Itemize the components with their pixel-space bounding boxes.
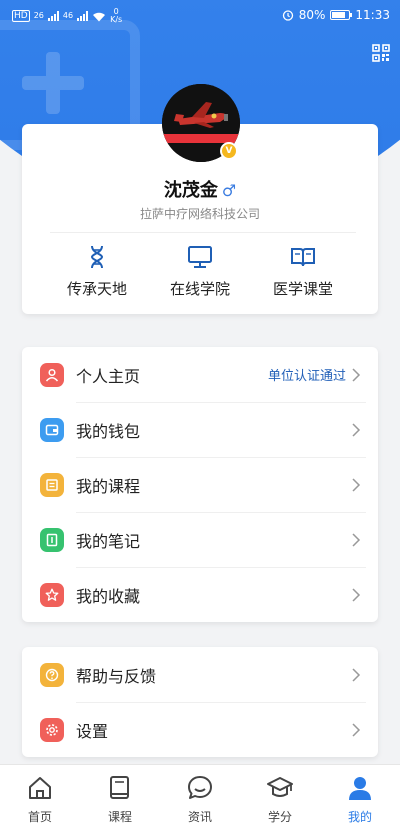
alarm-icon bbox=[282, 10, 293, 21]
medical-cross-watermark bbox=[22, 52, 84, 114]
secondary-menu-card: 帮助与反馈 设置 bbox=[22, 647, 378, 757]
menu-item-favorites[interactable]: 我的收藏 bbox=[22, 567, 378, 622]
book-icon bbox=[291, 248, 315, 267]
hd-badge: HD bbox=[12, 10, 30, 22]
net-speed-unit: K/s bbox=[110, 15, 123, 24]
main-menu-card: 个人主页 单位认证通过 我的钱包 我的课程 我的笔记 我的收藏 bbox=[22, 347, 378, 622]
tab-home[interactable]: 首页 bbox=[0, 765, 80, 831]
quick-link-label: 在线学院 bbox=[169, 280, 230, 298]
home-icon bbox=[29, 777, 51, 799]
quick-link-label: 医学课堂 bbox=[272, 280, 333, 298]
menu-item-label: 我的钱包 bbox=[76, 421, 141, 441]
menu-item-label: 我的收藏 bbox=[76, 586, 141, 606]
menu-item-my-notes[interactable]: 我的笔记 bbox=[22, 512, 378, 567]
chevron-right-icon bbox=[352, 367, 361, 382]
tab-credits[interactable]: 学分 bbox=[240, 765, 320, 831]
menu-item-settings[interactable]: 设置 bbox=[22, 702, 378, 757]
menu-item-wallet[interactable]: 我的钱包 bbox=[22, 402, 378, 457]
monitor-icon bbox=[188, 246, 212, 268]
chat-icon bbox=[188, 776, 212, 799]
user-icon bbox=[349, 777, 371, 800]
tab-label: 课程 bbox=[107, 810, 132, 824]
network-type-1: 26 bbox=[33, 11, 44, 20]
status-bar-left: HD 26 46 0 K/s bbox=[12, 8, 122, 24]
menu-item-label: 帮助与反馈 bbox=[76, 666, 157, 686]
wallet-icon bbox=[40, 417, 64, 442]
quick-link-online-academy[interactable]: 在线学院 bbox=[145, 244, 255, 299]
menu-item-my-courses[interactable]: 我的课程 bbox=[22, 457, 378, 512]
graduation-cap-icon bbox=[267, 777, 293, 797]
bottom-tab-bar: 首页 课程 资讯 学分 我的 bbox=[0, 764, 400, 831]
chevron-right-icon bbox=[352, 587, 361, 602]
card-divider bbox=[50, 232, 356, 233]
quick-link-label: 传承天地 bbox=[66, 280, 127, 298]
star-icon bbox=[40, 582, 64, 607]
settings-icon bbox=[40, 717, 64, 742]
status-bar-right: 80% 11:33 bbox=[282, 8, 390, 22]
help-icon bbox=[40, 662, 64, 687]
menu-item-personal-homepage[interactable]: 个人主页 单位认证通过 bbox=[22, 347, 378, 402]
tab-news[interactable]: 资讯 bbox=[160, 765, 240, 831]
male-icon: ♂ bbox=[221, 181, 237, 200]
user-name-row: 沈茂金 ♂ bbox=[0, 176, 400, 202]
user-name[interactable]: 沈茂金 bbox=[164, 180, 218, 201]
battery-percent: 80% bbox=[298, 8, 326, 22]
menu-item-label: 个人主页 bbox=[76, 366, 141, 386]
signal-2-icon bbox=[77, 11, 89, 21]
note-icon bbox=[40, 527, 64, 552]
user-company: 拉萨中疗网络科技公司 bbox=[139, 207, 260, 221]
net-speed: 0 K/s bbox=[110, 8, 122, 24]
chevron-right-icon bbox=[352, 422, 361, 437]
clock: 11:33 bbox=[355, 8, 390, 22]
quick-link-medical-class[interactable]: 医学课堂 bbox=[248, 244, 358, 299]
chevron-right-icon bbox=[352, 667, 361, 682]
menu-item-label: 我的课程 bbox=[76, 476, 141, 496]
tab-label: 首页 bbox=[27, 810, 52, 824]
quick-link-heritage[interactable]: 传承天地 bbox=[42, 244, 152, 299]
person-icon bbox=[40, 362, 64, 387]
verified-badge: V bbox=[220, 142, 238, 160]
chevron-right-icon bbox=[352, 477, 361, 492]
signal-1-icon bbox=[47, 11, 59, 21]
battery-icon bbox=[330, 10, 353, 20]
chevron-right-icon bbox=[352, 532, 361, 547]
status-bar: HD 26 46 0 K/s 80% 11:33 bbox=[0, 0, 400, 32]
course-icon bbox=[40, 472, 64, 497]
certification-status: 单位认证通过 bbox=[267, 369, 346, 384]
course-book-icon bbox=[110, 776, 129, 799]
menu-item-label: 设置 bbox=[76, 721, 109, 741]
tab-label: 我的 bbox=[347, 810, 372, 824]
qr-code-icon[interactable] bbox=[372, 44, 390, 62]
tab-courses[interactable]: 课程 bbox=[80, 765, 160, 831]
menu-item-label: 我的笔记 bbox=[76, 531, 141, 551]
menu-item-help-feedback[interactable]: 帮助与反馈 bbox=[22, 647, 378, 702]
network-type-2: 46 bbox=[62, 11, 74, 20]
chevron-right-icon bbox=[352, 722, 361, 737]
tab-label: 学分 bbox=[267, 810, 292, 824]
wifi-icon bbox=[93, 12, 106, 21]
dna-icon bbox=[90, 245, 104, 269]
tab-mine[interactable]: 我的 bbox=[320, 765, 400, 831]
tab-label: 资讯 bbox=[187, 810, 212, 824]
